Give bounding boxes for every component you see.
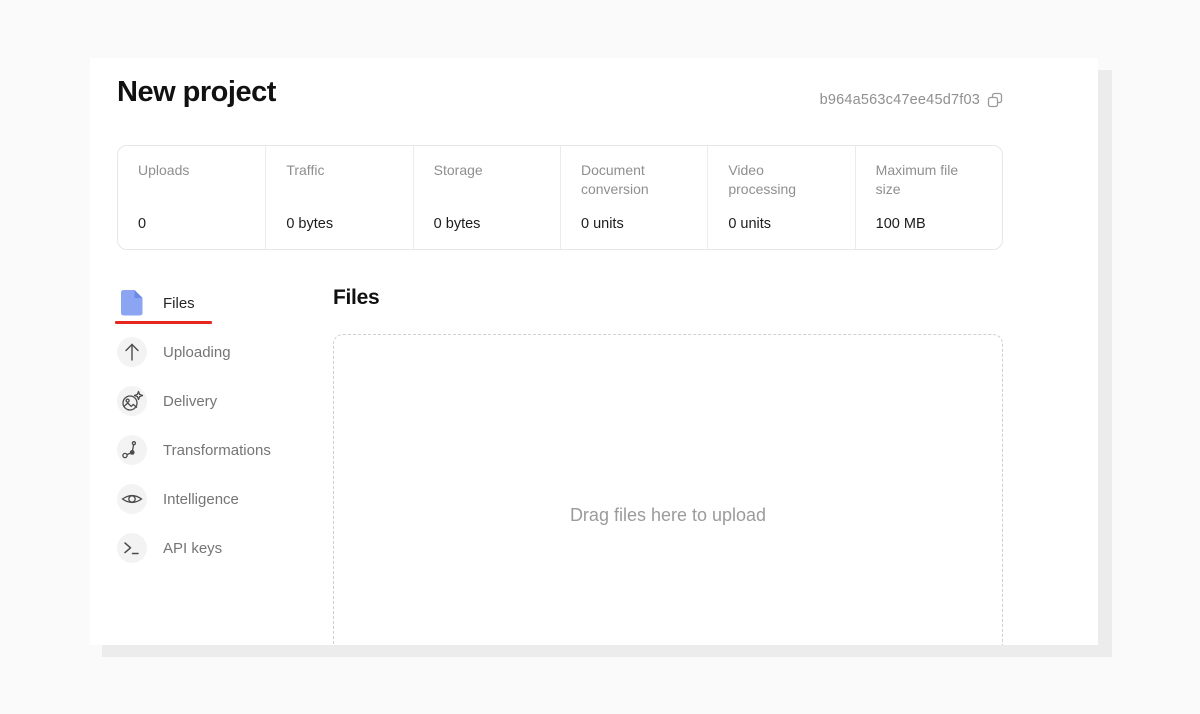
stat-value: 0 bytes [434,216,540,232]
sidebar-item-label: API keys [163,540,222,557]
stat-value: 0 [138,216,245,232]
stat-label: Storage [434,161,540,180]
sidebar-item-label: Delivery [163,393,217,410]
arrow-up-icon [117,337,147,367]
stat-value: 0 units [581,216,687,232]
terminal-icon [117,533,147,563]
stat-label: Video processing [728,161,834,199]
stat-uploads: Uploads 0 [118,146,265,249]
eye-icon [117,484,147,514]
stat-video-processing: Video processing 0 units [707,146,854,249]
project-dashboard-page: New project b964a563c47ee45d7f03 Uploads… [0,0,1200,714]
sidebar-item-label: Transformations [163,442,271,459]
copy-icon [987,92,1003,108]
nodes-icon [117,435,147,465]
sidebar-item-label: Intelligence [163,491,239,508]
stat-label: Traffic [286,161,392,180]
sidebar-item-intelligence[interactable]: Intelligence [117,484,313,514]
stat-storage: Storage 0 bytes [413,146,560,249]
project-card: New project b964a563c47ee45d7f03 Uploads… [90,58,1098,645]
usage-stats-bar: Uploads 0 Traffic 0 bytes Storage 0 byte… [117,145,1003,250]
sidebar-item-files[interactable]: Files [117,288,313,318]
file-icon [117,288,147,318]
sidebar-item-label: Uploading [163,344,231,361]
sidebar-item-label: Files [163,295,195,312]
dropzone-hint-text: Drag files here to upload [334,505,1002,526]
sidebar-item-api-keys[interactable]: API keys [117,533,313,563]
copy-project-id-button[interactable] [987,92,1003,108]
files-section-heading: Files [333,286,379,310]
stat-traffic: Traffic 0 bytes [265,146,412,249]
active-tab-underline [115,321,212,324]
stat-max-file-size: Maximum file size 100 MB [855,146,1002,249]
sidebar-item-transformations[interactable]: Transformations [117,435,313,465]
file-dropzone[interactable]: Drag files here to upload [333,334,1003,645]
stat-value: 0 units [728,216,834,232]
page-title: New project [117,76,276,109]
stat-label: Uploads [138,161,245,180]
stat-value: 100 MB [876,216,982,232]
stat-value: 0 bytes [286,216,392,232]
stat-label: Maximum file size [876,161,982,199]
sidebar-item-delivery[interactable]: Delivery [117,386,313,416]
sidebar-item-uploading[interactable]: Uploading [117,337,313,367]
stat-label: Document conversion [581,161,687,199]
image-sparkle-icon [117,386,147,416]
project-id: b964a563c47ee45d7f03 [820,92,980,108]
project-side-nav: Files Uploading [117,288,313,582]
stat-document-conversion: Document conversion 0 units [560,146,707,249]
project-id-row: b964a563c47ee45d7f03 [820,92,1003,108]
